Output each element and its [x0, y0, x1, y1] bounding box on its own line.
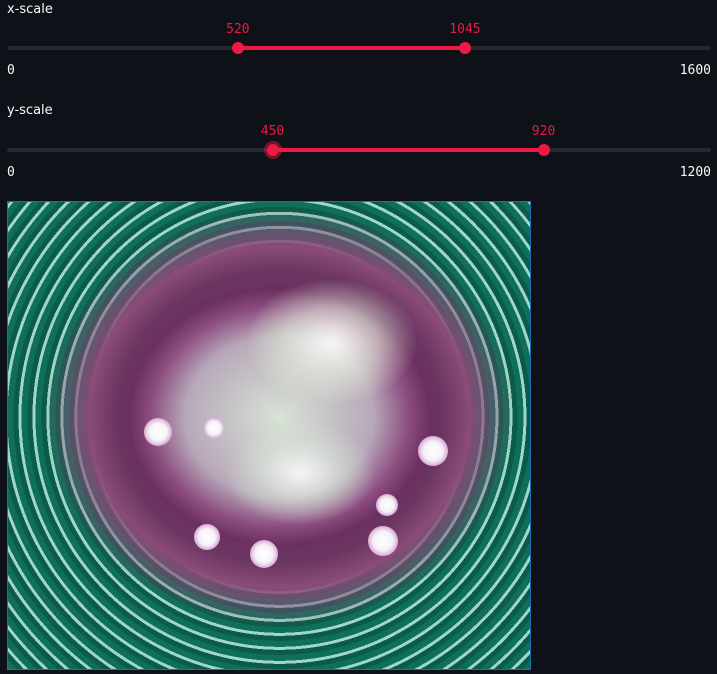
y-scale-min-label: 0 — [7, 165, 15, 180]
x-scale-high-thumb[interactable] — [458, 42, 471, 54]
image-cell-decoration — [144, 418, 172, 446]
y-scale-max-label: 1200 — [679, 165, 711, 180]
image-cell-decoration — [418, 436, 448, 466]
y-scale-high-thumb[interactable] — [537, 144, 550, 156]
y-scale-range-fill — [272, 148, 544, 152]
x-scale-range-fill — [237, 46, 465, 50]
x-scale-low-thumb[interactable] — [231, 42, 244, 54]
x-scale-min-label: 0 — [7, 63, 15, 78]
y-scale-low-thumb[interactable] — [266, 144, 279, 156]
y-scale-label: y-scale — [7, 103, 53, 118]
y-scale-high-value: 920 — [531, 124, 556, 139]
image-cell-decoration — [376, 494, 398, 516]
y-scale-slider[interactable]: 450 920 0 1200 — [7, 124, 711, 208]
image-cell-decoration — [204, 417, 224, 439]
y-scale-low-value: 450 — [260, 124, 285, 139]
x-scale-slider[interactable]: 520 1045 0 1600 — [7, 22, 711, 106]
image-cell-decoration — [194, 524, 220, 550]
x-scale-high-value: 1045 — [449, 22, 481, 37]
x-scale-low-value: 520 — [226, 22, 250, 37]
micrograph-image — [7, 201, 531, 670]
image-cell-decoration — [250, 540, 278, 568]
x-scale-label: x-scale — [7, 2, 53, 17]
x-scale-max-label: 1600 — [679, 63, 711, 78]
image-cell-decoration — [368, 526, 398, 556]
